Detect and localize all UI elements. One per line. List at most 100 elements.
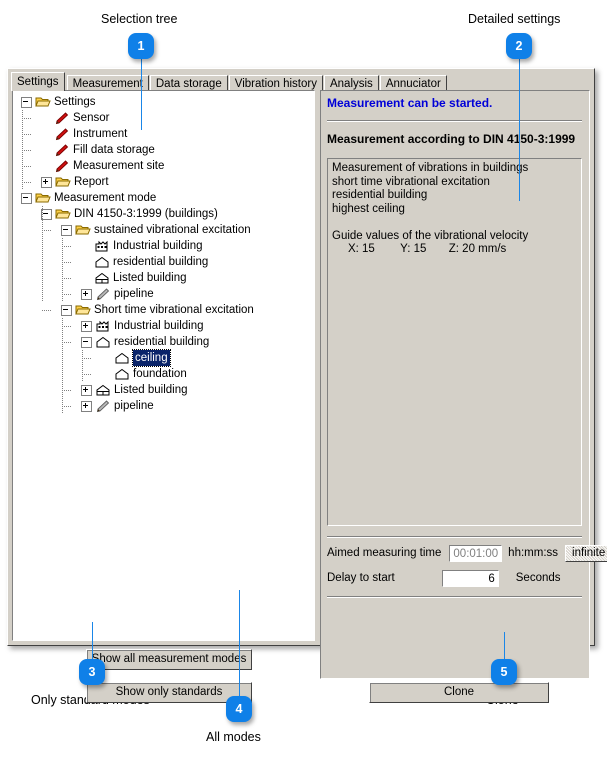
tree-connector-line: [82, 350, 83, 382]
collapse-icon[interactable]: [81, 337, 92, 348]
tab-analysis[interactable]: Analysis: [324, 75, 379, 91]
tree-connector-line: [62, 246, 72, 247]
tab-data-storage[interactable]: Data storage: [150, 75, 228, 91]
listed-building-icon: [95, 383, 111, 397]
tree-connector-line: [42, 310, 52, 311]
tab-measurement[interactable]: Measurement: [67, 75, 149, 91]
house-icon: [114, 367, 130, 381]
tree-indent: [17, 302, 61, 318]
tree-item-label: residential building: [113, 254, 208, 270]
tree-connector-line: [62, 326, 72, 327]
expand-icon[interactable]: [81, 401, 92, 412]
collapse-icon[interactable]: [21, 97, 32, 108]
aimed-measuring-time-units: hh:mm:ss: [508, 547, 558, 559]
red-pencil-icon: [54, 111, 70, 125]
tree-item-label: pipeline: [114, 286, 154, 302]
callout-badge-1: 1: [128, 33, 154, 59]
description-line: highest ceiling: [332, 203, 577, 217]
expand-icon[interactable]: [41, 177, 52, 188]
listed-building-icon: [94, 271, 110, 285]
callout-badge-4: 4: [226, 696, 252, 722]
detailed-settings-panel: Measurement can be started. Measurement …: [320, 90, 590, 682]
tree-connector-line: [42, 206, 43, 302]
tab-settings[interactable]: Settings: [11, 72, 65, 91]
callout-leader-3: [92, 622, 93, 662]
folder-open-icon: [55, 175, 71, 189]
tree-item-label: Industrial building: [113, 238, 203, 254]
callout-leader-2: [519, 58, 520, 201]
tree-item[interactable]: Settings: [17, 94, 314, 110]
tree-item-label: Instrument: [73, 126, 127, 142]
callout-label-detailed-settings: Detailed settings: [468, 12, 560, 26]
red-pencil-icon: [54, 127, 70, 141]
description-line: short time vibrational excitation: [332, 176, 577, 190]
tree-connector-line: [22, 182, 32, 183]
gray-pencil-icon: [95, 399, 111, 413]
tree-item[interactable]: Measurement mode: [17, 190, 314, 206]
collapse-icon[interactable]: [21, 193, 32, 204]
folder-open-icon: [55, 207, 71, 221]
delay-to-start-row: Delay to start 6 Seconds: [327, 568, 583, 588]
tree-connector-line: [22, 150, 32, 151]
tree-connector-line: [82, 358, 92, 359]
tree-connector-line: [82, 374, 92, 375]
description-line: residential building: [332, 189, 577, 203]
folder-open-icon: [75, 223, 91, 237]
separator-middle: [327, 536, 582, 538]
tree-connector-line: [22, 118, 32, 119]
status-text: Measurement can be started.: [327, 96, 492, 110]
tree-item[interactable]: Fill data storage: [17, 142, 314, 158]
expand-icon[interactable]: [81, 321, 92, 332]
tree-item[interactable]: Sensor: [17, 110, 314, 126]
industrial-building-icon: [95, 319, 111, 333]
callout-label-all-modes: All modes: [206, 730, 261, 744]
delay-to-start-units: Seconds: [516, 572, 561, 584]
house-icon: [95, 335, 111, 349]
tab-annuciator[interactable]: Annuciator: [380, 75, 447, 91]
collapse-icon[interactable]: [61, 225, 72, 236]
callout-label-selection-tree: Selection tree: [101, 12, 177, 26]
aimed-measuring-time-input[interactable]: 00:01:00: [449, 545, 502, 562]
aimed-measuring-time-label: Aimed measuring time: [327, 547, 441, 559]
tree-item-label: Sensor: [73, 110, 109, 126]
delay-to-start-input[interactable]: 6: [442, 570, 499, 587]
tab-vibration-history[interactable]: Vibration history: [229, 75, 323, 91]
tree-item[interactable]: Report: [17, 174, 314, 190]
callout-badge-3: 3: [79, 659, 105, 685]
delay-to-start-label: Delay to start: [327, 572, 395, 584]
description-line-blank: [332, 216, 577, 230]
tree-connector-line: [62, 238, 63, 302]
show-all-measurement-modes-button[interactable]: Show all measurement modes: [86, 649, 252, 670]
callout-badge-5: 5: [491, 659, 517, 685]
tree-item[interactable]: Instrument: [17, 126, 314, 142]
tree-item-label: sustained vibrational excitation: [94, 222, 251, 238]
expand-icon[interactable]: [81, 385, 92, 396]
tree-item-label: DIN 4150-3:1999 (buildings): [74, 206, 218, 222]
tree-item[interactable]: Measurement site: [17, 158, 314, 174]
tree-item-label: Settings: [54, 94, 96, 110]
selection-tree-panel[interactable]: SettingsSensorInstrumentFill data storag…: [12, 90, 315, 641]
infinite-button[interactable]: infinite: [565, 545, 607, 562]
folder-open-icon: [75, 303, 91, 317]
tree-connector-line: [62, 262, 72, 263]
tree-item-label: residential building: [114, 334, 209, 350]
tree-item-label: Short time vibrational excitation: [94, 302, 254, 318]
tree-item-label: Report: [74, 174, 109, 190]
callout-leader-5: [504, 632, 505, 662]
house-icon: [114, 351, 130, 365]
tree-item-label: Listed building: [113, 270, 187, 286]
collapse-icon[interactable]: [61, 305, 72, 316]
red-pencil-icon: [54, 143, 70, 157]
tree-connector-line: [62, 390, 72, 391]
clone-button[interactable]: Clone: [369, 682, 549, 703]
description-line: Guide values of the vibrational velocity: [332, 230, 577, 244]
tree-item-label: pipeline: [114, 398, 154, 414]
tree-item[interactable]: Short time vibrational excitation: [17, 302, 314, 318]
tree-item[interactable]: DIN 4150-3:1999 (buildings): [17, 206, 314, 222]
tree-connector-line: [62, 318, 63, 414]
tree-item[interactable]: sustained vibrational excitation: [17, 222, 314, 238]
expand-icon[interactable]: [81, 289, 92, 300]
callout-badge-2: 2: [506, 33, 532, 59]
tree-item-label-selected: ceiling: [133, 350, 170, 366]
selection-tree[interactable]: SettingsSensorInstrumentFill data storag…: [13, 91, 314, 414]
